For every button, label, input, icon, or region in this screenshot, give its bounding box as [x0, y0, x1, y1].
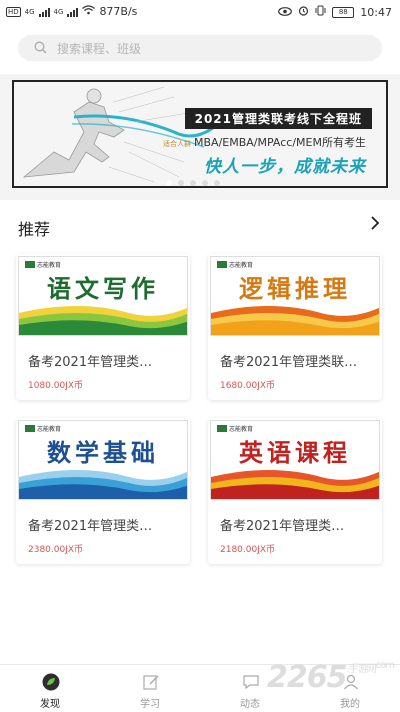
chevron-right-icon[interactable] [370, 214, 380, 235]
chat-icon [242, 673, 260, 691]
brand-logo-text: 志能教育 [37, 426, 62, 433]
brand-logo: 志能教育 [25, 260, 61, 269]
course-cover: 志能教育 英语课程 [210, 420, 380, 500]
battery-icon: 88 [332, 6, 355, 18]
compass-leaf-icon [42, 673, 60, 691]
course-name: 备考2021年管理类… [28, 519, 153, 534]
vibrate-icon [315, 5, 326, 19]
cover-wave-decoration [19, 306, 187, 335]
banner-title: 2021管理类联考线下全程班 [184, 108, 372, 129]
tab-label: 发现 [40, 699, 60, 710]
course-cover: 志能教育 语文写作 [18, 256, 188, 336]
search-placeholder: 搜索课程、班级 [57, 41, 142, 56]
course-card[interactable]: 志能教育 逻辑推理备考2021年管理类联… 1680.00JX币 [208, 254, 382, 400]
brand-logo-text: 志能教育 [229, 262, 254, 269]
search-header: 搜索课程、班级 [0, 26, 400, 74]
watermark-text: 2265 [266, 660, 347, 695]
search-icon [34, 39, 47, 58]
banner-subtitle-text: MBA/EMBA/MPAcc/MEM所有考生 [194, 136, 366, 149]
watermark-site: com [375, 660, 395, 671]
signal-icon [38, 7, 50, 17]
tab-label: 我的 [340, 699, 360, 710]
network-type-1: 4G [24, 7, 35, 16]
brand-logo: 志能教育 [217, 424, 253, 433]
watermark-sub: .手游网 [346, 664, 376, 675]
course-card[interactable]: 志能教育 数学基础备考2021年管理类… 2380.00JX币 [16, 418, 190, 564]
section-title: 推荐 [18, 220, 51, 239]
cover-wave-decoration [19, 470, 187, 499]
clock: 10:47 [360, 5, 392, 19]
cover-wave-decoration [211, 306, 379, 335]
brand-logo: 志能教育 [25, 424, 61, 433]
carousel-dot[interactable] [190, 180, 196, 186]
carousel-dot[interactable] [178, 180, 184, 186]
tab-discover[interactable]: 发现 [0, 665, 100, 712]
cover-wave-decoration [211, 470, 379, 499]
course-card[interactable]: 志能教育 英语课程备考2021年管理类… 2180.00JX币 [208, 418, 382, 564]
notebook-pencil-icon [142, 673, 160, 691]
course-cover: 志能教育 逻辑推理 [210, 256, 380, 336]
status-bar: HD 4G 4G 877B/s 88 10:47 [0, 0, 400, 26]
tab-study[interactable]: 学习 [100, 665, 200, 712]
tab-label: 动态 [240, 699, 260, 710]
network-type-2: 4G [53, 7, 64, 16]
banner-sub-small: 适合人群 [163, 140, 192, 148]
brand-logo-text: 志能教育 [229, 426, 254, 433]
course-price: 2180.00JX币 [220, 545, 276, 555]
eye-icon [278, 6, 293, 19]
course-card[interactable]: 志能教育 语文写作备考2021年管理类… 1080.00JX币 [16, 254, 190, 400]
course-price: 1680.00JX币 [220, 381, 276, 391]
carousel-dot[interactable] [166, 180, 172, 186]
promo-banner[interactable]: 2021管理类联考线下全程班 适合人群 MBA/EMBA/MPAcc/MEM所有考… [12, 80, 388, 188]
search-input[interactable]: 搜索课程、班级 [18, 35, 382, 61]
carousel-indicator [166, 180, 220, 186]
course-price: 1080.00JX币 [28, 381, 84, 391]
course-cover: 志能教育 数学基础 [18, 420, 188, 500]
hd-badge-1: HD [6, 6, 21, 17]
course-name: 备考2021年管理类… [28, 355, 153, 370]
banner-subtitle: 适合人群 MBA/EMBA/MPAcc/MEM所有考生 [163, 134, 366, 150]
course-name: 备考2021年管理类联… [220, 355, 358, 370]
carousel-dot[interactable] [202, 180, 208, 186]
tab-label: 学习 [140, 699, 160, 710]
brand-logo: 志能教育 [217, 260, 253, 269]
brand-logo-text: 志能教育 [37, 262, 62, 269]
course-name: 备考2021年管理类… [220, 519, 345, 534]
network-speed: 877B/s [99, 5, 138, 18]
wifi-icon [82, 5, 96, 18]
signal-icon-2 [67, 7, 79, 17]
alarm-icon [298, 5, 309, 19]
banner-slogan: 快人一步，成就未来 [204, 157, 366, 177]
course-price: 2380.00JX币 [28, 545, 84, 555]
carousel-dot[interactable] [214, 180, 220, 186]
site-watermark: 2265.手游网com [266, 660, 395, 695]
